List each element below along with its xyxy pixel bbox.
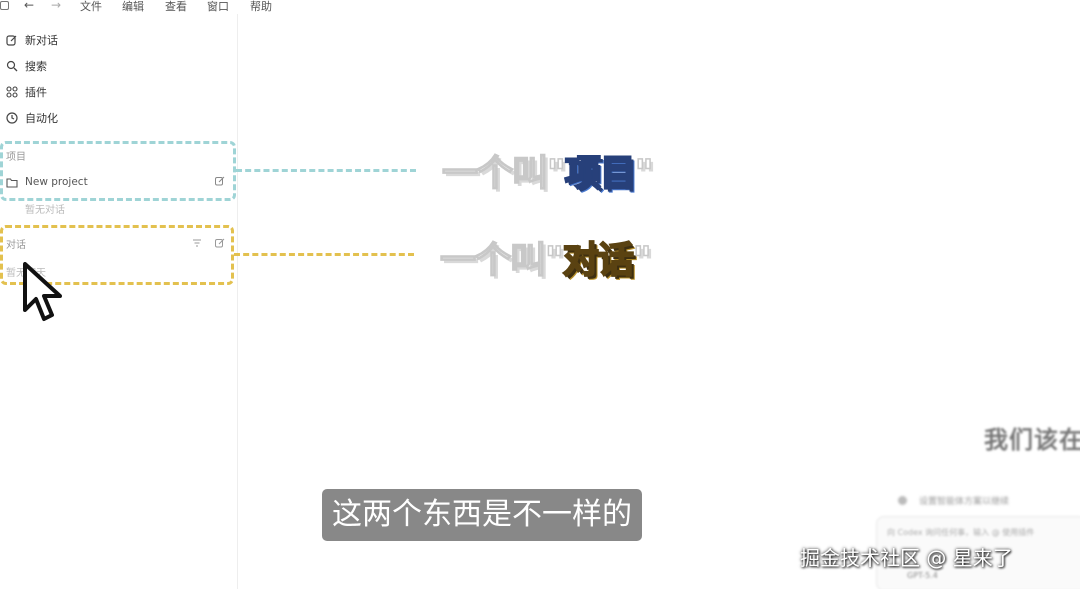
sidebar-item-label: 搜索 [25,60,47,73]
sidebar-item-plugins[interactable]: 插件 [6,83,47,101]
conversation-annotation-caption: 一个叫"对话" [439,239,652,282]
menu-view[interactable]: 查看 [165,0,187,14]
chat-input-placeholder: 向 Codex 询问任何事，输入 @ 使用插件 [887,528,1035,537]
sidebar-item-label: 新对话 [25,34,58,47]
app-window: ← → 文件 编辑 查看 窗口 帮助 新对话 搜索 插件 自动化 项目 New … [0,0,1080,589]
menu-window[interactable]: 窗口 [207,0,229,14]
project-annotation-highlight: 项目 [564,152,637,195]
sidebar-item-new-chat[interactable]: 新对话 [6,31,58,49]
main-heading: 我们该在 [984,426,1080,454]
suggestion-icon [898,496,907,505]
search-icon [6,60,18,72]
watermark: 掘金技术社区 @ 星来了 [800,546,1013,570]
sidebar-item-label: 插件 [25,86,47,99]
forward-arrow-icon[interactable]: → [51,0,61,12]
menu-file[interactable]: 文件 [80,0,102,14]
edit-icon [6,35,17,46]
mouse-cursor-icon [23,262,62,321]
menu-bar: ← → 文件 编辑 查看 窗口 帮助 [0,0,1080,14]
suggestion-item[interactable]: 设置智能体方案以继续 [898,494,1009,507]
projects-highlight-box [0,141,236,201]
conversation-annotation-highlight: 对话 [562,239,635,282]
clock-icon [6,112,18,124]
model-selector[interactable]: GPT-5.4 [907,571,938,580]
menu-help[interactable]: 帮助 [250,0,272,14]
sidebar-item-search[interactable]: 搜索 [6,57,47,75]
menu-edit[interactable]: 编辑 [122,0,144,14]
plugin-icon [6,86,18,98]
sidebar-item-automation[interactable]: 自动化 [6,109,58,127]
back-arrow-icon[interactable]: ← [24,0,34,12]
project-annotation-caption: 一个叫"项目" [441,152,654,195]
suggestion-text: 设置智能体方案以继续 [919,497,1010,507]
sidebar-toggle-icon[interactable] [0,1,9,10]
sidebar-item-label: 自动化 [25,112,58,125]
video-subtitle: 这两个东西是不一样的 [322,489,642,541]
project-empty-text: 暂无对话 [25,205,65,216]
